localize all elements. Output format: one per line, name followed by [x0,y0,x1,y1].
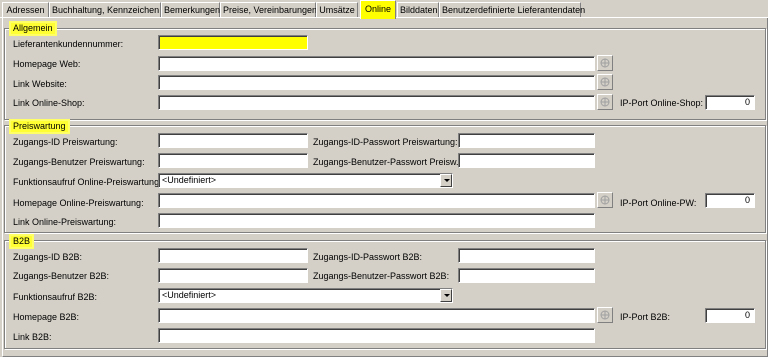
chevron-down-icon[interactable] [440,289,452,302]
tab-bemerkungen[interactable]: Bemerkungen [161,2,220,18]
tab-strip: Adressen Buchhaltung, Kennzeichen Bemerk… [0,0,768,19]
globe-link-icon [600,77,610,87]
link-online-shop-input[interactable] [158,95,595,110]
homepage-b2b-input[interactable] [158,308,595,323]
link-website-input[interactable] [158,75,595,90]
label-zugangs-benutzer-passwort-b2b: Zugangs-Benutzer-Passwort B2B: [313,271,450,281]
label-link-website: Link Website: [13,79,67,89]
group-title-b2b: B2B [11,236,33,247]
label-zugangs-benutzer-passwort-preiswartung: Zugangs-Benutzer-Passwort Preisw.: [313,157,462,167]
funktionsaufruf-online-preiswartung-select[interactable]: <Undefiniert> [158,173,453,188]
label-zugangs-id-passwort-preiswartung: Zugangs-ID-Passwort Preiswartung: [313,137,458,147]
ip-port-online-shop-input[interactable]: 0 [705,95,755,110]
globe-link-icon [600,310,610,320]
label-link-b2b: Link B2B: [13,332,52,342]
link-online-preiswartung-input[interactable] [158,213,595,228]
ip-port-b2b-input[interactable]: 0 [705,308,755,323]
label-ip-port-b2b: IP-Port B2B: [620,312,671,322]
label-zugangs-id-passwort-b2b: Zugangs-ID-Passwort B2B: [313,252,423,262]
globe-link-icon [600,195,610,205]
label-link-online-preiswartung: Link Online-Preiswartung: [13,217,117,227]
zugangs-benutzer-passwort-preiswartung-input[interactable] [458,153,595,168]
label-zugangs-id-b2b: Zugangs-ID B2B: [13,252,83,262]
zugangs-id-passwort-preiswartung-input[interactable] [458,133,595,148]
zugangs-id-passwort-b2b-input[interactable] [458,248,595,263]
open-homepage-online-preiswartung-button[interactable] [597,192,613,208]
zugangs-id-preiswartung-input[interactable] [158,133,308,148]
group-title-preiswartung: Preiswartung [11,121,68,132]
open-homepage-web-button[interactable] [597,55,613,71]
label-zugangs-id-preiswartung: Zugangs-ID Preiswartung: [13,137,118,147]
label-zugangs-benutzer-b2b: Zugangs-Benutzer B2B: [13,271,110,281]
link-b2b-input[interactable] [158,328,595,343]
funktionsaufruf-online-preiswartung-value: <Undefiniert> [162,175,217,185]
zugangs-benutzer-preiswartung-input[interactable] [158,153,308,168]
label-homepage-online-preiswartung: Homepage Online-Preiswartung: [13,198,144,208]
label-lieferantenkundennummer: Lieferantenkundennummer: [13,39,124,49]
open-link-online-shop-button[interactable] [597,94,613,110]
chevron-down-icon[interactable] [440,174,452,187]
label-homepage-web: Homepage Web: [13,59,81,69]
globe-link-icon [600,58,610,68]
label-funktionsaufruf-online-preiswartung: Funktionsaufruf Online-Preiswartung: [13,177,162,187]
funktionsaufruf-b2b-select[interactable]: <Undefiniert> [158,288,453,303]
tab-online[interactable]: Online [360,0,396,19]
globe-link-icon [600,97,610,107]
group-title-allgemein: Allgemein [11,23,55,34]
zugangs-id-b2b-input[interactable] [158,248,308,263]
tab-benutzerdefinierte-lieferantendaten[interactable]: Benutzerdefinierte Lieferantendaten [439,2,585,18]
label-ip-port-online-shop: IP-Port Online-Shop: [620,98,704,108]
label-ip-port-online-pw: IP-Port Online-PW: [620,198,697,208]
lieferantenkundennummer-input[interactable] [158,35,308,50]
label-zugangs-benutzer-preiswartung: Zugangs-Benutzer Preiswartung: [13,157,145,167]
open-link-website-button[interactable] [597,74,613,90]
tab-preise-vereinbarungen[interactable]: Preise, Vereinbarungen [220,2,317,18]
label-homepage-b2b: Homepage B2B: [13,312,80,322]
funktionsaufruf-b2b-value: <Undefiniert> [162,290,217,300]
tab-bilddaten[interactable]: Bilddaten [397,2,439,18]
open-homepage-b2b-button[interactable] [597,307,613,323]
homepage-web-input[interactable] [158,56,595,71]
tab-adressen[interactable]: Adressen [2,2,49,18]
tab-buchhaltung-kennzeichen[interactable]: Buchhaltung, Kennzeichen [49,2,161,18]
zugangs-benutzer-b2b-input[interactable] [158,268,308,283]
zugangs-benutzer-passwort-b2b-input[interactable] [458,268,595,283]
ip-port-online-pw-input[interactable]: 0 [705,193,755,208]
homepage-online-preiswartung-input[interactable] [158,193,595,208]
label-funktionsaufruf-b2b: Funktionsaufruf B2B: [13,292,98,302]
label-link-online-shop: Link Online-Shop: [13,98,85,108]
tab-umsaetze[interactable]: Umsätze [316,2,358,18]
